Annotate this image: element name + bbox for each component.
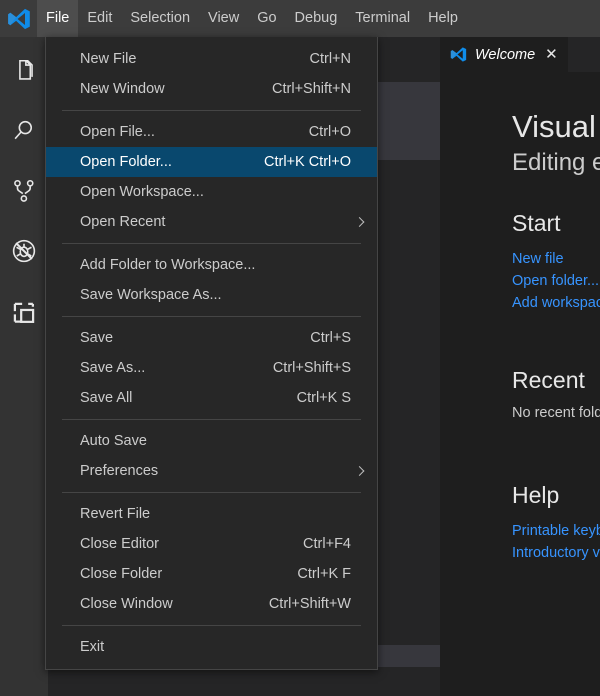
page-subtitle: Editing evolved [512,148,600,176]
sidebar-item-debug[interactable] [0,227,48,275]
menu-item-shortcut: Ctrl+F4 [303,536,351,552]
menu-item-open-file[interactable]: Open File... Ctrl+O [46,117,377,147]
menu-item-label: New Window [80,81,165,97]
tab-label: Welcome [475,46,536,63]
menu-item-open-workspace[interactable]: Open Workspace... [46,177,377,207]
menu-item-shortcut: Ctrl+S [310,330,351,346]
menubar-item-edit[interactable]: Edit [78,0,121,37]
menu-item-close-editor[interactable]: Close Editor Ctrl+F4 [46,529,377,559]
source-control-icon [10,177,38,205]
menubar-item-debug[interactable]: Debug [286,0,347,37]
menu-item-shortcut: Ctrl+K Ctrl+O [263,154,351,170]
close-icon[interactable]: ✕ [543,45,560,64]
menu-separator [62,419,361,420]
menu-item-new-file[interactable]: New File Ctrl+N [46,44,377,74]
welcome-page: Visual Studio Code Editing evolved Start… [440,72,600,696]
menu-separator [62,243,361,244]
menu-item-label: Close Editor [80,536,159,552]
menu-item-label: Add Folder to Workspace... [80,257,256,273]
link-add-workspace-folder[interactable]: Add workspace folder... [512,292,600,314]
extensions-icon [10,299,38,327]
editor-tabbar: Welcome ✕ [440,37,600,72]
explorer-icon [10,57,38,85]
menu-item-label: Preferences [80,463,159,479]
menu-item-open-recent[interactable]: Open Recent [46,207,377,237]
menu-item-label: Auto Save [80,433,147,449]
menu-item-save-all[interactable]: Save All Ctrl+K S [46,383,377,413]
menubar-item-view[interactable]: View [199,0,248,37]
menu-item-label: Close Window [80,596,173,612]
menu-separator [62,492,361,493]
menu-item-label: Open Folder... [80,154,172,170]
menu-item-label: Revert File [80,506,151,522]
welcome-section-start: Start New file Open folder... Add worksp… [512,210,600,314]
recent-empty-text: No recent folders [512,405,600,421]
menu-item-exit[interactable]: Exit [46,632,377,662]
menu-item-shortcut: Ctrl+N [309,51,352,67]
sidebar-item-extensions[interactable] [0,289,48,337]
editor-area: Welcome ✕ Visual Studio Code Editing evo… [440,37,600,696]
page-title: Visual Studio Code [512,109,600,144]
link-open-folder[interactable]: Open folder... [512,270,600,292]
menu-item-shortcut: Ctrl+Shift+N [272,81,351,97]
menu-item-label: Save Workspace As... [80,287,222,303]
menu-separator [62,316,361,317]
title-bar: File Edit Selection View Go Debug Termin… [0,0,600,37]
menu-item-revert-file[interactable]: Revert File [46,499,377,529]
menubar-item-terminal[interactable]: Terminal [346,0,419,37]
menu-item-label: Close Folder [80,566,163,582]
tab-welcome[interactable]: Welcome ✕ [440,37,569,72]
vscode-logo-icon [0,0,37,37]
menu-item-shortcut: Ctrl+O [308,124,351,140]
menubar-item-selection[interactable]: Selection [121,0,199,37]
menubar-item-help[interactable]: Help [419,0,467,37]
menu-item-shortcut: Ctrl+Shift+W [268,596,351,612]
menu-bar: File Edit Selection View Go Debug Termin… [37,0,467,37]
activity-bar [0,37,48,696]
menu-item-add-folder-to-workspace[interactable]: Add Folder to Workspace... [46,250,377,280]
file-menu-dropdown[interactable]: New File Ctrl+N New Window Ctrl+Shift+N Open… [45,37,378,670]
menu-item-label: Save All [80,390,133,406]
vscode-logo-icon [450,46,467,63]
menu-item-label: New File [80,51,137,67]
sidebar-item-source-control[interactable] [0,167,48,215]
menu-item-shortcut: Ctrl+K F [297,566,351,582]
menu-item-close-window[interactable]: Close Window Ctrl+Shift+W [46,589,377,619]
link-printable-keyboard-cheatsheet[interactable]: Printable keyboard cheatsheet [512,520,600,542]
welcome-section-recent: Recent No recent folders [512,367,600,421]
menu-item-label: Open Workspace... [80,184,204,200]
menu-item-preferences[interactable]: Preferences [46,456,377,486]
menu-item-save-as[interactable]: Save As... Ctrl+Shift+S [46,353,377,383]
menu-item-save-workspace-as[interactable]: Save Workspace As... [46,280,377,310]
help-heading: Help [512,482,560,508]
menu-item-label: Open File... [80,124,155,140]
link-new-file[interactable]: New file [512,248,600,270]
debug-icon [9,236,39,266]
menu-separator [62,625,361,626]
menu-item-label: Exit [80,639,105,655]
link-introductory-videos[interactable]: Introductory videos [512,542,600,564]
menu-item-shortcut: Ctrl+Shift+S [272,360,351,376]
welcome-section-help: Help Printable keyboard cheatsheet Intro… [512,482,600,564]
menu-item-label: Save As... [80,360,146,376]
menu-item-new-window[interactable]: New Window Ctrl+Shift+N [46,74,377,104]
menubar-item-file[interactable]: File [37,0,79,37]
menu-item-open-folder[interactable]: Open Folder... Ctrl+K Ctrl+O [46,147,377,177]
menu-item-shortcut: Ctrl+K S [296,390,351,406]
menu-item-close-folder[interactable]: Close Folder Ctrl+K F [46,559,377,589]
start-heading: Start [512,210,561,236]
sidebar-item-search[interactable] [0,107,48,155]
search-icon [10,117,38,145]
sidebar-item-explorer[interactable] [0,47,48,95]
menu-item-auto-save[interactable]: Auto Save [46,426,377,456]
menubar-item-go[interactable]: Go [248,0,285,37]
menu-item-save[interactable]: Save Ctrl+S [46,323,377,353]
menu-item-label: Save [80,330,114,346]
menu-separator [62,110,361,111]
menu-item-label: Open Recent [80,214,166,230]
recent-heading: Recent [512,367,585,393]
vscode-window: The active editor cannot provide outline… [0,0,600,696]
